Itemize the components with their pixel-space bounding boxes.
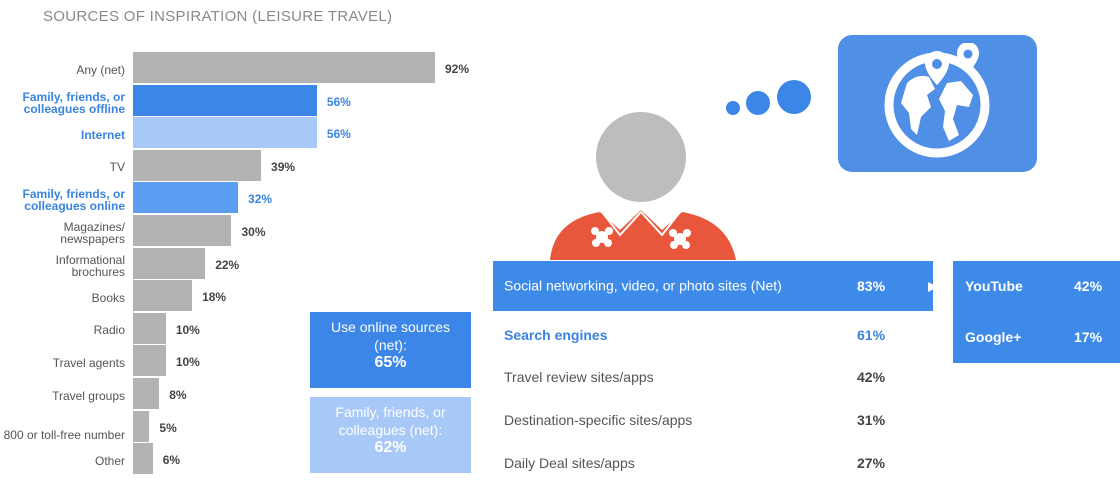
bar-category-label: Internet — [80, 127, 125, 142]
online-source-value: 27% — [857, 455, 886, 471]
callout-label: Use online sources (net): — [330, 319, 451, 353]
bar-value-label: 56% — [326, 127, 351, 142]
bar-category-label: Books — [91, 290, 125, 305]
bar — [133, 247, 206, 279]
online-source-label: Daily Deal sites/apps — [504, 455, 635, 471]
online-source-label: Destination-specific sites/apps — [504, 412, 693, 428]
bar-value-label: 5% — [159, 420, 177, 435]
bar — [133, 52, 435, 83]
play-arrow-icon — [928, 282, 938, 292]
callout-value: 65% — [374, 354, 407, 371]
bar — [133, 345, 166, 377]
chart-title: SOURCES OF INSPIRATION (LEISURE TRAVEL) — [43, 8, 393, 25]
avatar-head — [596, 112, 686, 202]
bar-category-label: Any (net) — [76, 62, 125, 77]
bar — [133, 443, 153, 475]
online-source-value: 61% — [857, 327, 886, 343]
bar-category-label: Other — [94, 453, 125, 468]
online-source-value: 31% — [857, 412, 886, 428]
social-site-value: 17% — [1074, 329, 1103, 345]
bar — [133, 312, 166, 344]
bar-value-label: 22% — [215, 257, 240, 272]
thought-bubble-icon — [726, 80, 811, 115]
bar-category-label: Travel agents — [52, 355, 125, 370]
online-source-value: 83% — [857, 278, 886, 294]
bar-category-label: Family, friends, or colleagues online — [22, 187, 125, 214]
bar-value-label: 10% — [175, 355, 200, 370]
globe-tile — [838, 35, 1037, 172]
bar — [133, 280, 193, 312]
online-sources-callout: Use online sources (net): 65% — [310, 312, 471, 388]
bar-value-label: 10% — [175, 322, 200, 337]
globe-with-map-pins-icon — [884, 43, 990, 158]
online-source-label: Social networking, video, or photo sites… — [504, 277, 782, 294]
callout-value: 62% — [374, 439, 407, 456]
online-source-label: Search engines — [504, 327, 608, 343]
bar-value-label: 18% — [202, 290, 227, 305]
bar-value-label: 8% — [169, 388, 187, 402]
callout-label: Family, friends, or colleagues (net): — [335, 404, 446, 438]
online-source-value: 42% — [857, 369, 886, 385]
social-breakdown-row: YouTube 42% — [953, 261, 1120, 311]
bar-category-label: TV — [109, 160, 125, 175]
family-friends-callout: Family, friends, or colleagues (net): 62… — [310, 397, 471, 473]
bar-value-label: 92% — [445, 62, 470, 76]
bar-value-label: 30% — [241, 225, 266, 239]
online-source-row: Daily Deal sites/apps 27% — [493, 438, 933, 488]
bar-category-label: Informational brochures — [55, 252, 125, 279]
bar-value-label: 56% — [326, 94, 351, 109]
bar — [133, 378, 160, 409]
bar — [133, 215, 232, 246]
social-breakdown-row: Google+ 17% — [953, 311, 1120, 363]
online-source-label: Travel review sites/apps — [504, 369, 654, 385]
bar — [133, 84, 317, 116]
bar-value-label: 39% — [271, 159, 296, 174]
bar-category-label: 800 or toll-free number — [3, 427, 125, 442]
bar — [133, 410, 150, 442]
social-site-value: 42% — [1074, 278, 1103, 294]
bar-category-label: Magazines/ newspapers — [60, 220, 125, 246]
bar-category-label: Family, friends, or colleagues offline — [22, 89, 125, 116]
bar-value-label: 32% — [248, 192, 273, 207]
bar-category-label: Radio — [93, 323, 125, 338]
bar — [133, 182, 239, 214]
bar-category-label: Travel groups — [52, 388, 125, 403]
bar — [133, 149, 262, 181]
bar-value-label: 6% — [162, 453, 181, 468]
social-site-label: Google+ — [965, 329, 1022, 345]
online-source-row: Social networking, video, or photo sites… — [493, 261, 933, 311]
avatar-shirt — [550, 210, 736, 260]
social-site-label: YouTube — [965, 278, 1023, 294]
bar — [133, 117, 317, 149]
